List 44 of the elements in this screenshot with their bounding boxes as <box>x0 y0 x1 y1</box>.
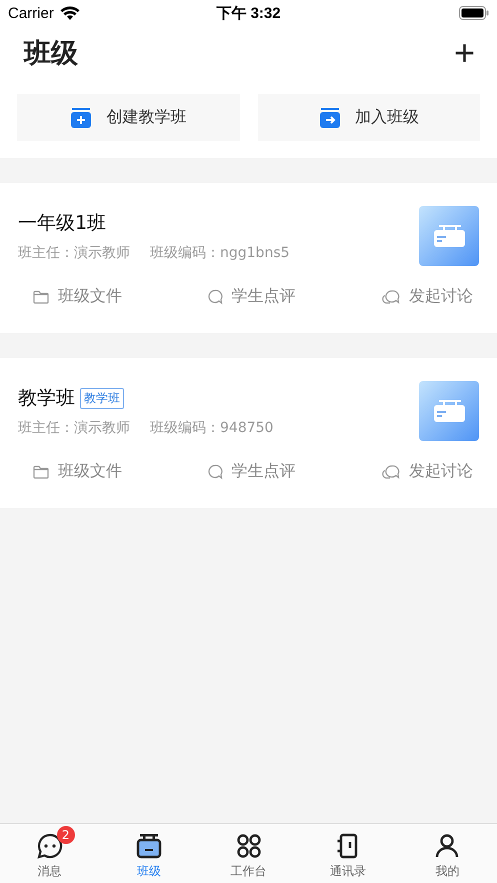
tab-item[interactable]: 我的 <box>398 824 497 883</box>
tab-item[interactable]: 工作台 <box>198 824 298 883</box>
action-button[interactable]: 加入班级 <box>258 94 480 141</box>
board-plus-icon <box>70 108 92 128</box>
class-code: 班级编码：948750 <box>150 419 274 437</box>
chat-bubbles-icon <box>380 464 400 480</box>
folder-icon <box>33 464 49 478</box>
grid-icon <box>236 833 262 859</box>
battery-icon <box>459 6 489 20</box>
card-action-link[interactable]: 班级文件 <box>33 461 122 482</box>
speech-bubble-icon <box>206 288 222 304</box>
wifi-icon <box>60 6 80 20</box>
class-board-icon <box>419 381 479 441</box>
speech-bubble-icon <box>206 464 222 480</box>
card-action-link[interactable]: 发起讨论 <box>380 461 473 482</box>
chat-icon <box>36 833 63 859</box>
folder-icon <box>33 290 49 304</box>
tab-item[interactable]: 2 消息 <box>0 824 100 883</box>
person-icon <box>434 833 460 859</box>
teacher-label: 班主任：演示教师 <box>18 244 130 262</box>
add-button[interactable]: + <box>454 35 475 71</box>
teacher-label: 班主任：演示教师 <box>18 419 130 437</box>
class-code: 班级编码：ngg1bns5 <box>150 244 290 262</box>
class-name: 教学班 <box>18 386 75 411</box>
clock-time: 下午 3:32 <box>216 4 281 22</box>
board-arrow-icon <box>318 108 341 128</box>
page-title: 班级 <box>24 37 78 71</box>
chat-bubbles-icon <box>380 288 400 304</box>
tab-item[interactable]: 通讯录 <box>298 824 398 883</box>
board-icon <box>135 833 164 859</box>
class-name: 一年级1班 <box>18 211 106 236</box>
tab-item[interactable]: 班级 <box>99 824 199 883</box>
card-action-link[interactable]: 学生点评 <box>206 286 296 307</box>
class-board-icon <box>419 206 479 266</box>
class-tag: 教学班 <box>80 388 124 408</box>
action-button[interactable]: 创建教学班 <box>17 94 240 141</box>
card-action-link[interactable]: 发起讨论 <box>380 286 473 307</box>
unread-badge: 2 <box>56 826 75 844</box>
class-card[interactable]: 教学班 教学班 班主任：演示教师 班级编码：948750 班级文件 学生点评 发起讨论 <box>0 358 497 508</box>
address-book-icon <box>336 833 360 859</box>
carrier-label: Carrier <box>8 4 54 22</box>
card-action-link[interactable]: 班级文件 <box>33 286 122 307</box>
class-card[interactable]: 一年级1班 班主任：演示教师 班级编码：ngg1bns5 班级文件 学生点评 发起讨论 <box>0 183 497 333</box>
card-action-link[interactable]: 学生点评 <box>206 461 296 482</box>
